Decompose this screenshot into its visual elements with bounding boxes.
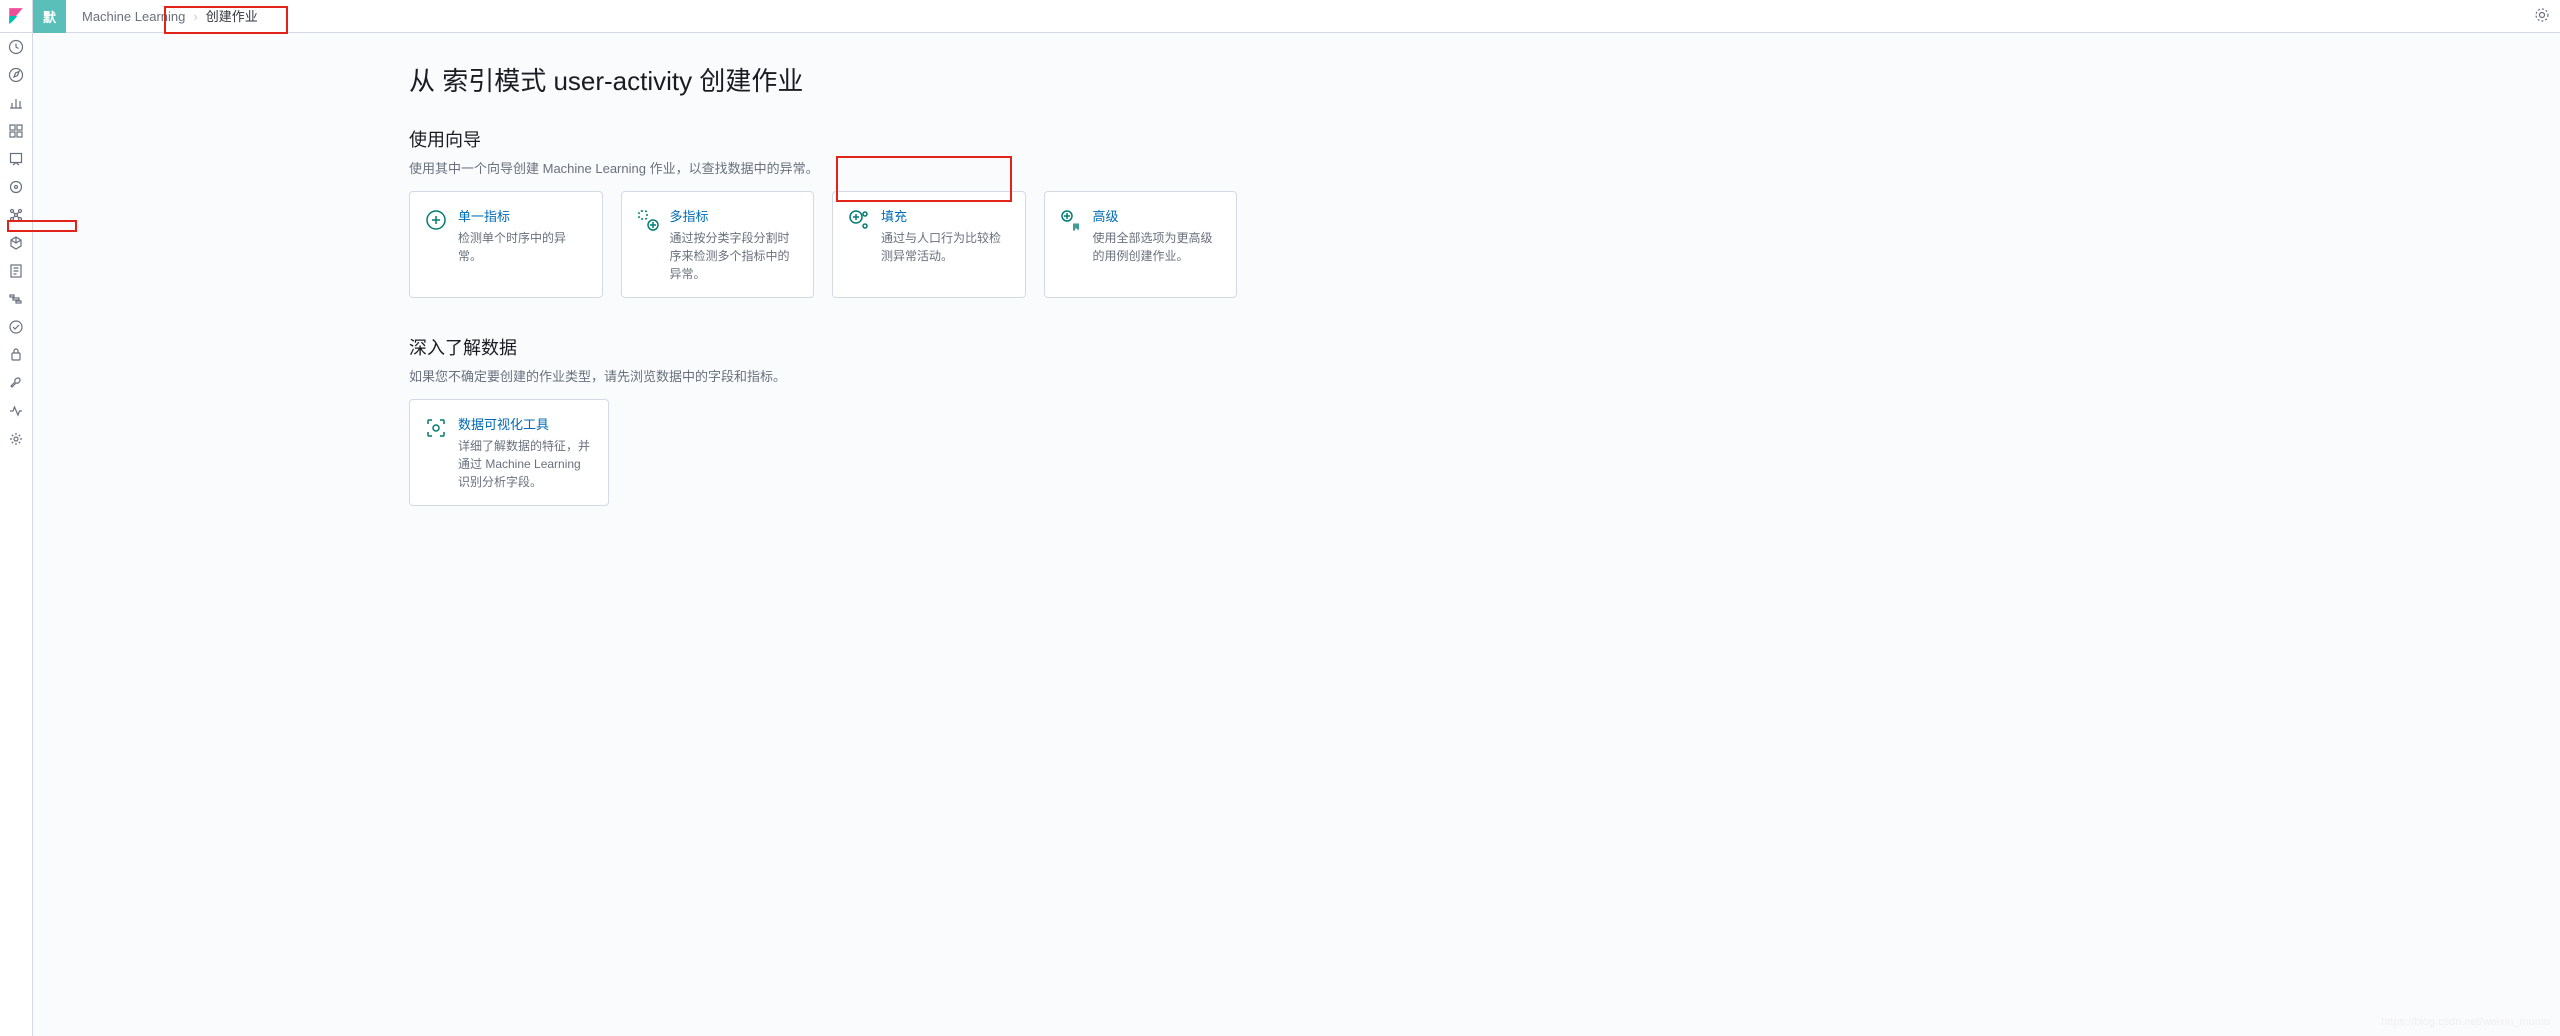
wizard-card-grid: 单一指标 检测单个时序中的异常。 多指标 通过按分类字段分割时序来检测多个指标中… [409, 191, 1237, 298]
explore-section-title: 深入了解数据 [409, 334, 1237, 360]
breadcrumbs: Machine Learning › 创建作业 [66, 0, 264, 32]
explore-section-subtitle: 如果您不确定要创建的作业类型，请先浏览数据中的字段和指标。 [409, 366, 1237, 385]
apm-icon[interactable] [0, 285, 33, 313]
wizard-section-title: 使用向导 [409, 126, 1237, 152]
card-title: 填充 [881, 206, 1011, 225]
discover-icon[interactable] [0, 61, 33, 89]
card-single-metric[interactable]: 单一指标 检测单个时序中的异常。 [409, 191, 603, 298]
breadcrumb-sep: › [191, 9, 199, 24]
card-title: 数据可视化工具 [458, 414, 594, 433]
card-title: 高级 [1093, 206, 1223, 225]
management-icon[interactable] [0, 425, 33, 453]
uptime-icon[interactable] [0, 313, 33, 341]
kibana-logo[interactable] [0, 0, 33, 33]
card-data-visualizer[interactable]: 数据可视化工具 详细了解数据的特征，并通过 Machine Learning 识… [409, 399, 609, 506]
card-title: 多指标 [670, 206, 800, 225]
recent-icon[interactable] [0, 33, 33, 61]
space-label: 默 [43, 7, 56, 26]
advanced-plus-icon [1059, 208, 1083, 232]
help-icon[interactable] [2534, 7, 2550, 26]
card-desc: 通过按分类字段分割时序来检测多个指标中的异常。 [670, 229, 800, 283]
monitoring-icon[interactable] [0, 397, 33, 425]
breadcrumb-create-job: 创建作业 [200, 0, 264, 33]
space-selector[interactable]: 默 [33, 0, 66, 33]
siem-icon[interactable] [0, 341, 33, 369]
card-desc: 使用全部选项为更高级的用例创建作业。 [1093, 229, 1223, 265]
canvas-icon[interactable] [0, 145, 33, 173]
plus-circle-icon [424, 208, 448, 232]
wizard-section-subtitle: 使用其中一个向导创建 Machine Learning 作业，以查找数据中的异常… [409, 158, 1237, 177]
card-desc: 通过与人口行为比较检测异常活动。 [881, 229, 1011, 265]
card-title: 单一指标 [458, 206, 588, 225]
dashboard-icon[interactable] [0, 117, 33, 145]
watermark-text: https://blog.csdn.net/weixin_mumu [2381, 1016, 2550, 1028]
header-bar: 默 Machine Learning › 创建作业 [33, 0, 2560, 33]
devtools-icon[interactable] [0, 369, 33, 397]
card-desc: 检测单个时序中的异常。 [458, 229, 588, 265]
card-population[interactable]: 填充 通过与人口行为比较检测异常活动。 [832, 191, 1026, 298]
population-plus-icon [847, 208, 871, 232]
card-advanced[interactable]: 高级 使用全部选项为更高级的用例创建作业。 [1044, 191, 1238, 298]
logs-icon[interactable] [0, 257, 33, 285]
ml-icon[interactable] [0, 201, 33, 229]
card-multi-metric[interactable]: 多指标 通过按分类字段分割时序来检测多个指标中的异常。 [621, 191, 815, 298]
card-desc: 详细了解数据的特征，并通过 Machine Learning 识别分析字段。 [458, 437, 594, 491]
maps-icon[interactable] [0, 173, 33, 201]
visualize-icon[interactable] [0, 89, 33, 117]
data-viz-icon [424, 416, 448, 440]
sidebar-nav [0, 0, 33, 1036]
multi-plus-icon [636, 208, 660, 232]
page-title: 从 索引模式 user-activity 创建作业 [409, 61, 1237, 98]
breadcrumb-ml[interactable]: Machine Learning [76, 0, 191, 33]
infra-icon[interactable] [0, 229, 33, 257]
